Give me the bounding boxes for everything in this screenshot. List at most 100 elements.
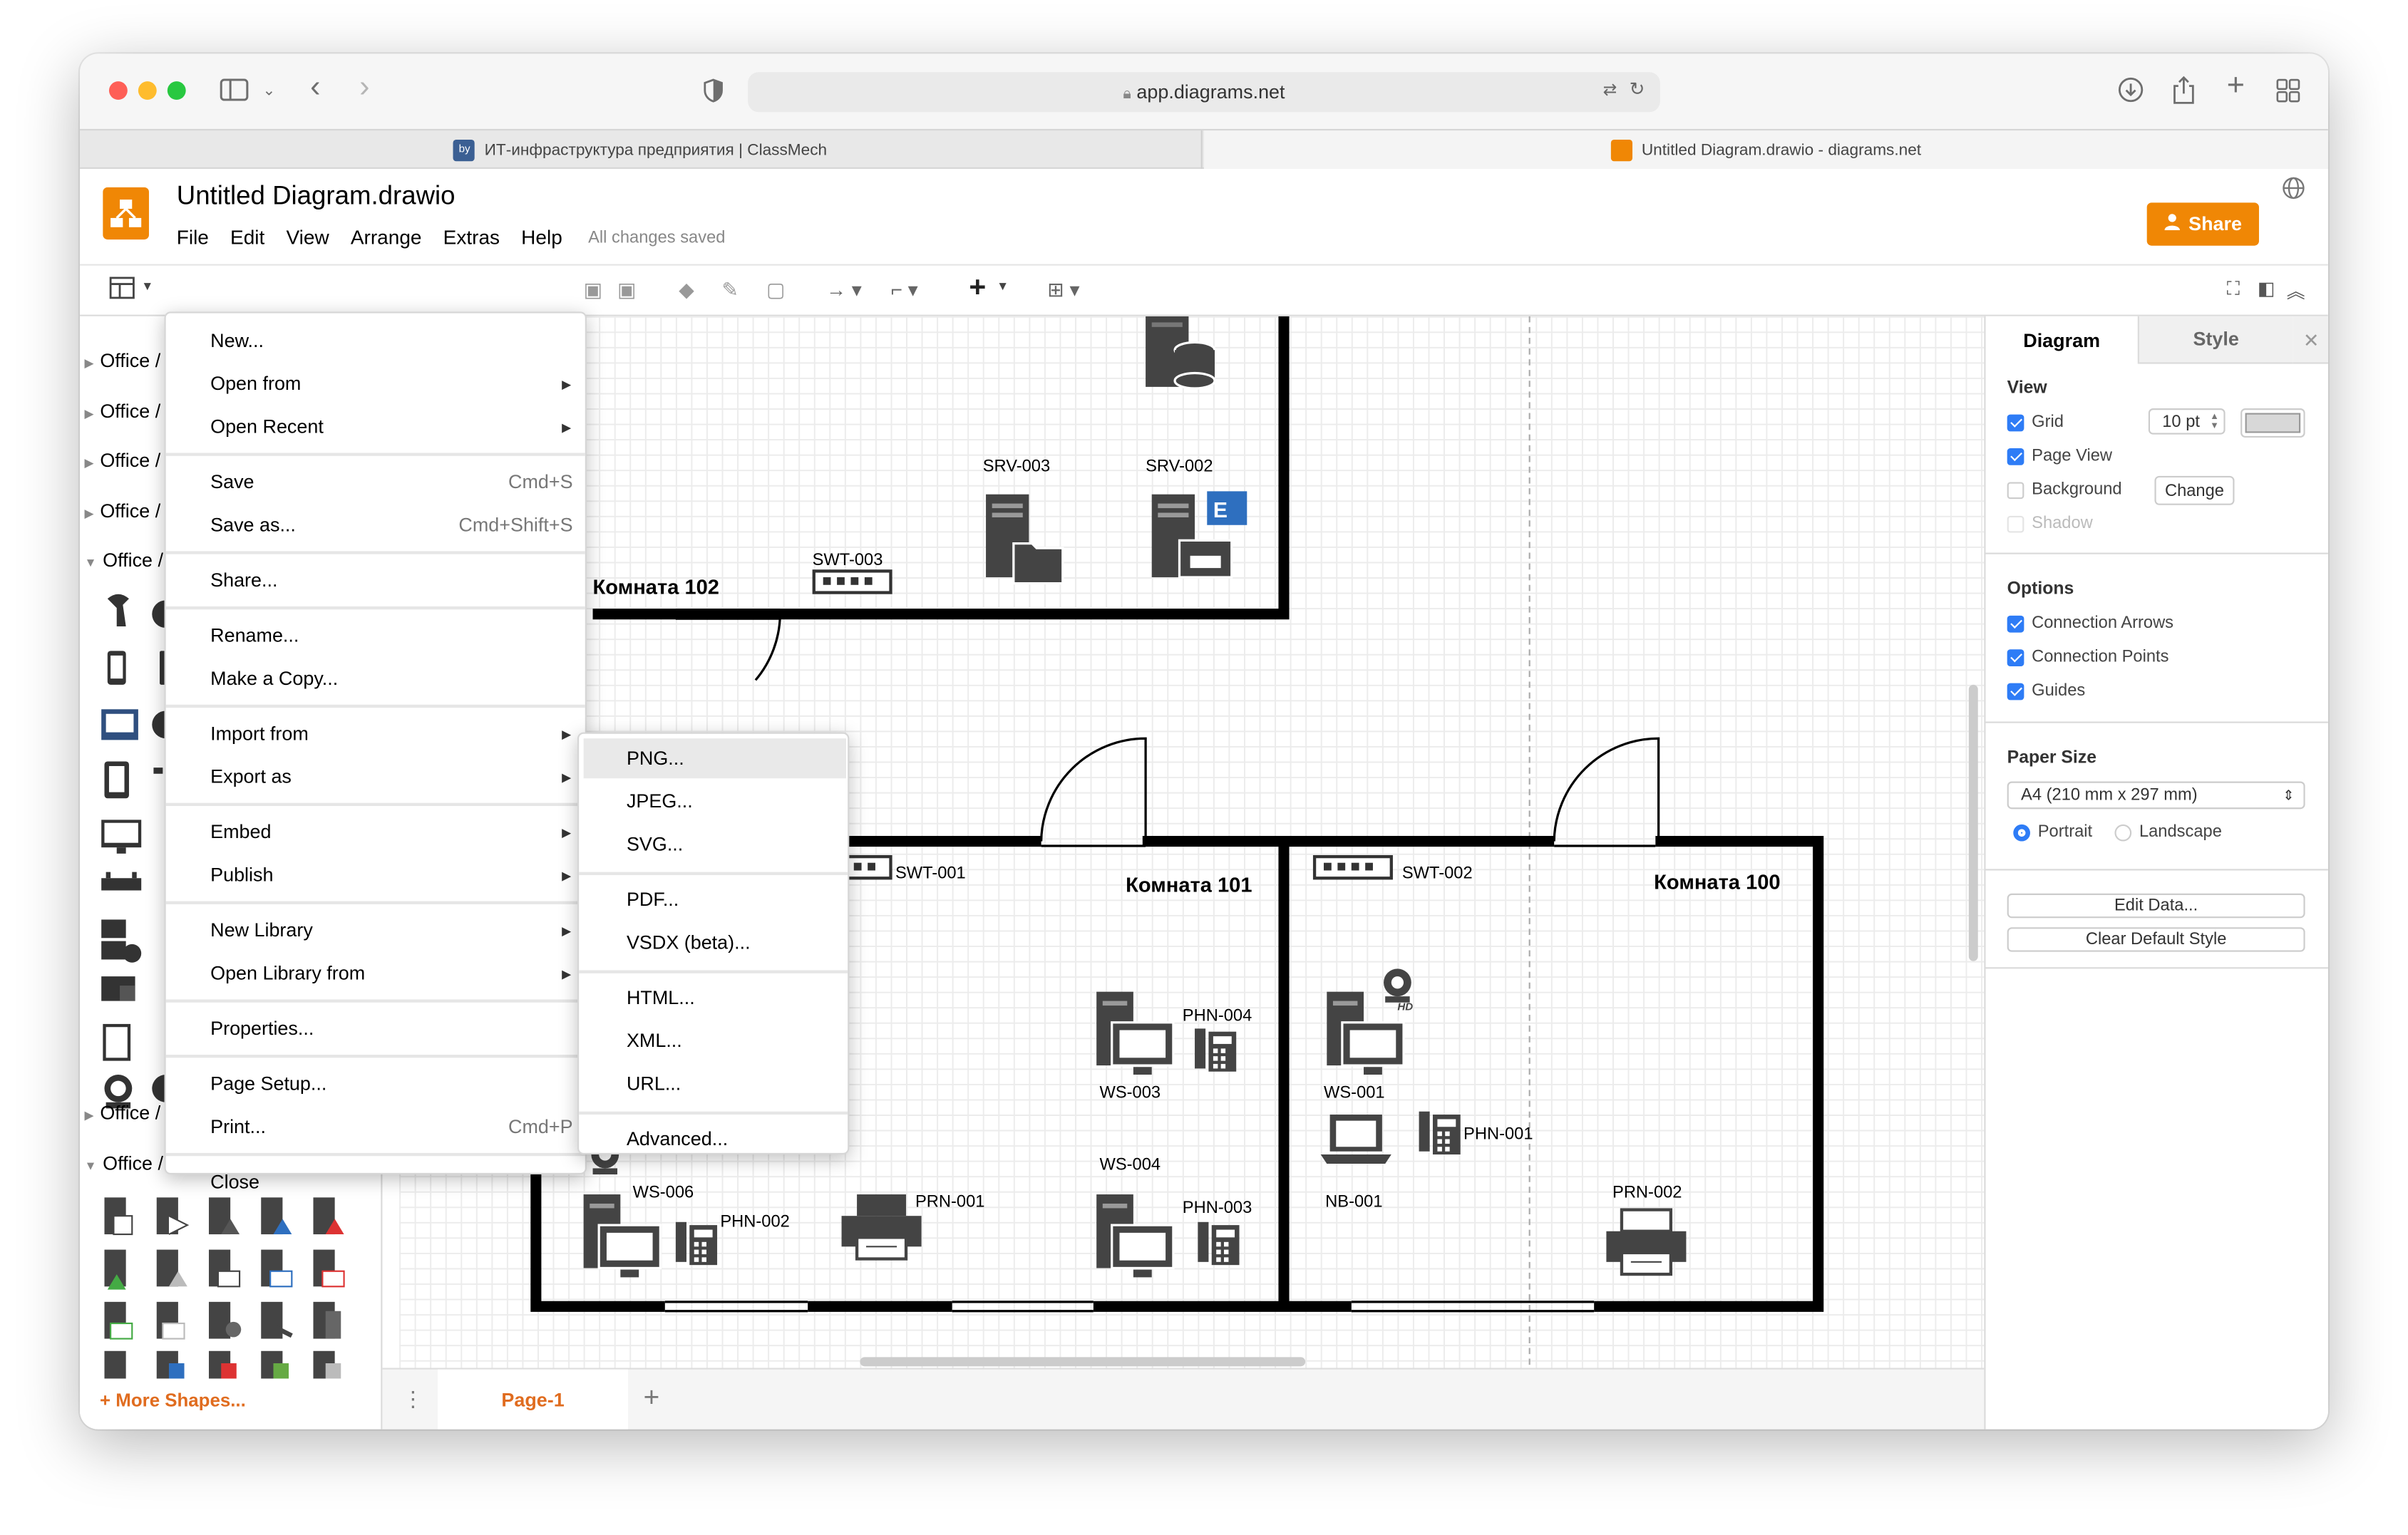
collapse-icon[interactable]: ︽ bbox=[2287, 278, 2305, 304]
file-menu-item[interactable]: Save as... Cmd+Shift+S bbox=[166, 504, 585, 547]
sidebar-section[interactable]: ▶ Office / bbox=[84, 350, 160, 371]
portrait-option[interactable]: Portrait bbox=[2013, 823, 2092, 842]
connection-arrows-option[interactable]: Connection Arrows bbox=[2007, 614, 2173, 633]
workstation-icon[interactable] bbox=[1327, 991, 1405, 1075]
exchange-server-icon[interactable]: E bbox=[1151, 491, 1247, 579]
fill-color-icon[interactable]: ◆ bbox=[679, 278, 694, 302]
connection-points-checkbox[interactable] bbox=[2007, 648, 2024, 666]
file-menu-item[interactable]: New Library ▶ bbox=[166, 909, 585, 951]
printer-icon[interactable] bbox=[841, 1194, 922, 1261]
minimize-window-button[interactable] bbox=[138, 81, 157, 100]
file-menu-item[interactable]: Save Cmd+S bbox=[166, 460, 585, 503]
landscape-radio[interactable] bbox=[2114, 823, 2132, 841]
back-icon[interactable]: ‹ bbox=[310, 72, 320, 103]
export-menu-item[interactable]: HTML... bbox=[579, 978, 848, 1018]
export-menu-item[interactable]: SVG... bbox=[579, 825, 848, 864]
file-menu-item[interactable]: New... bbox=[166, 319, 585, 362]
connection-points-option[interactable]: Connection Points bbox=[2007, 648, 2168, 666]
grid-checkbox[interactable] bbox=[2007, 413, 2024, 431]
workstation-icon[interactable] bbox=[1096, 991, 1175, 1075]
tab-page-1[interactable]: Page-1 bbox=[437, 1369, 629, 1430]
vertical-scrollbar[interactable] bbox=[1968, 684, 1978, 961]
menu-help[interactable]: Help bbox=[521, 226, 562, 249]
zoom-window-button[interactable] bbox=[167, 81, 186, 100]
browser-tab[interactable]: by ИТ-инфраструктура предприятия | Class… bbox=[80, 130, 1203, 169]
sidebar-section[interactable]: ▶ Office / bbox=[84, 400, 160, 422]
file-menu-item[interactable]: Make a Copy... bbox=[166, 657, 585, 700]
menu-file[interactable]: File bbox=[177, 226, 209, 249]
reload-icon[interactable]: ↻ bbox=[1630, 78, 1645, 100]
tab-overview-icon[interactable] bbox=[2276, 78, 2300, 109]
change-background-button[interactable]: Change bbox=[2154, 475, 2235, 505]
document-title[interactable]: Untitled Diagram.drawio bbox=[177, 181, 456, 212]
export-menu-item[interactable]: JPEG... bbox=[579, 782, 848, 822]
file-menu-item[interactable]: Page Setup... bbox=[166, 1063, 585, 1105]
file-menu-item[interactable]: Print... Cmd+P bbox=[166, 1105, 585, 1148]
export-menu-item[interactable]: Advanced... bbox=[579, 1119, 848, 1159]
sidebar-section[interactable]: ▶ Office / bbox=[84, 1102, 160, 1124]
file-menu-item[interactable]: Rename... bbox=[166, 614, 585, 657]
add-page-icon[interactable]: + bbox=[644, 1382, 660, 1414]
format-panel-icon[interactable] bbox=[109, 276, 137, 306]
export-menu-item[interactable]: PNG... bbox=[583, 738, 847, 779]
share-button[interactable]: Share bbox=[2146, 202, 2259, 246]
globe-icon[interactable] bbox=[2282, 177, 2305, 206]
shadow-checkbox[interactable] bbox=[2007, 515, 2024, 532]
ip-phone-icon[interactable] bbox=[1195, 1028, 1237, 1072]
page-view-option[interactable]: Page View bbox=[2007, 447, 2112, 465]
menu-edit[interactable]: Edit bbox=[230, 226, 264, 249]
file-server-icon[interactable] bbox=[986, 494, 1064, 585]
close-window-button[interactable] bbox=[108, 81, 128, 100]
chevron-down-icon[interactable]: ▼ bbox=[141, 279, 153, 293]
waypoints-icon[interactable]: ⌐ ▾ bbox=[890, 278, 917, 302]
background-checkbox[interactable] bbox=[2007, 481, 2024, 499]
export-menu-item[interactable]: VSDX (beta)... bbox=[579, 923, 848, 963]
tab-style[interactable]: Style bbox=[2139, 316, 2293, 364]
pages-menu-icon[interactable]: ⋮ bbox=[402, 1386, 423, 1412]
shield-icon[interactable] bbox=[704, 78, 724, 109]
guides-option[interactable]: Guides bbox=[2007, 682, 2085, 700]
background-option[interactable]: Background bbox=[2007, 480, 2122, 499]
portrait-radio[interactable] bbox=[2013, 823, 2030, 841]
menu-extras[interactable]: Extras bbox=[443, 226, 500, 249]
file-menu-item[interactable]: Open Library from ▶ bbox=[166, 952, 585, 995]
forward-icon[interactable]: › bbox=[359, 72, 369, 103]
horizontal-scrollbar[interactable] bbox=[860, 1357, 1306, 1367]
room-label[interactable]: Комната 100 bbox=[1654, 870, 1780, 893]
download-icon[interactable] bbox=[2118, 77, 2144, 109]
room-label[interactable]: Комната 102 bbox=[593, 576, 719, 599]
file-menu-item[interactable]: Publish ▶ bbox=[166, 854, 585, 896]
share-browser-icon[interactable] bbox=[2171, 76, 2196, 111]
sidebar-section[interactable]: ▶ Office / bbox=[84, 500, 160, 522]
room-label[interactable]: Комната 101 bbox=[1126, 874, 1252, 896]
grid-size-input[interactable]: 10 pt ▲ ▼ bbox=[2148, 408, 2226, 435]
guides-checkbox[interactable] bbox=[2007, 682, 2024, 700]
close-panel-icon[interactable]: ✕ bbox=[2293, 316, 2328, 364]
line-color-icon[interactable]: ✎ bbox=[722, 278, 739, 302]
tab-diagram[interactable]: Diagram bbox=[1985, 316, 2139, 364]
chevron-down-icon[interactable]: ⌄ bbox=[262, 80, 275, 104]
to-back-icon[interactable]: ▣ bbox=[617, 278, 636, 302]
chevron-down-icon[interactable]: ▼ bbox=[997, 279, 1009, 293]
file-menu-item[interactable]: Properties... bbox=[166, 1007, 585, 1050]
table-icon[interactable]: ⊞ ▾ bbox=[1047, 278, 1079, 302]
stepper-icon[interactable]: ▲ ▼ bbox=[2210, 412, 2219, 430]
fullscreen-icon[interactable]: ⛶ bbox=[2227, 278, 2240, 301]
workstation-icon[interactable] bbox=[583, 1194, 662, 1278]
page-view-checkbox[interactable] bbox=[2007, 447, 2024, 465]
file-menu-item[interactable]: Import from ▶ bbox=[166, 713, 585, 755]
sidebar-section[interactable]: ▼ Office / bbox=[84, 549, 163, 571]
file-menu-item[interactable]: Embed ▶ bbox=[166, 810, 585, 853]
sidebar-section[interactable]: ▶ Office / bbox=[84, 450, 160, 471]
export-menu-item[interactable]: URL... bbox=[579, 1064, 848, 1104]
translate-icon[interactable]: ⇄ bbox=[1603, 80, 1617, 100]
file-menu-item[interactable]: Open from ▶ bbox=[166, 362, 585, 405]
printer-icon[interactable] bbox=[1606, 1208, 1687, 1276]
laptop-icon[interactable] bbox=[1320, 1115, 1391, 1164]
export-menu-item[interactable]: PDF... bbox=[579, 879, 848, 919]
clear-default-style-button[interactable]: Clear Default Style bbox=[2007, 927, 2305, 952]
browser-tab-active[interactable]: Untitled Diagram.drawio - diagrams.net bbox=[1203, 130, 2328, 169]
menu-arrange[interactable]: Arrange bbox=[351, 226, 422, 249]
file-menu-item[interactable]: Share... bbox=[166, 559, 585, 601]
network-switch-icon[interactable] bbox=[1312, 854, 1393, 880]
